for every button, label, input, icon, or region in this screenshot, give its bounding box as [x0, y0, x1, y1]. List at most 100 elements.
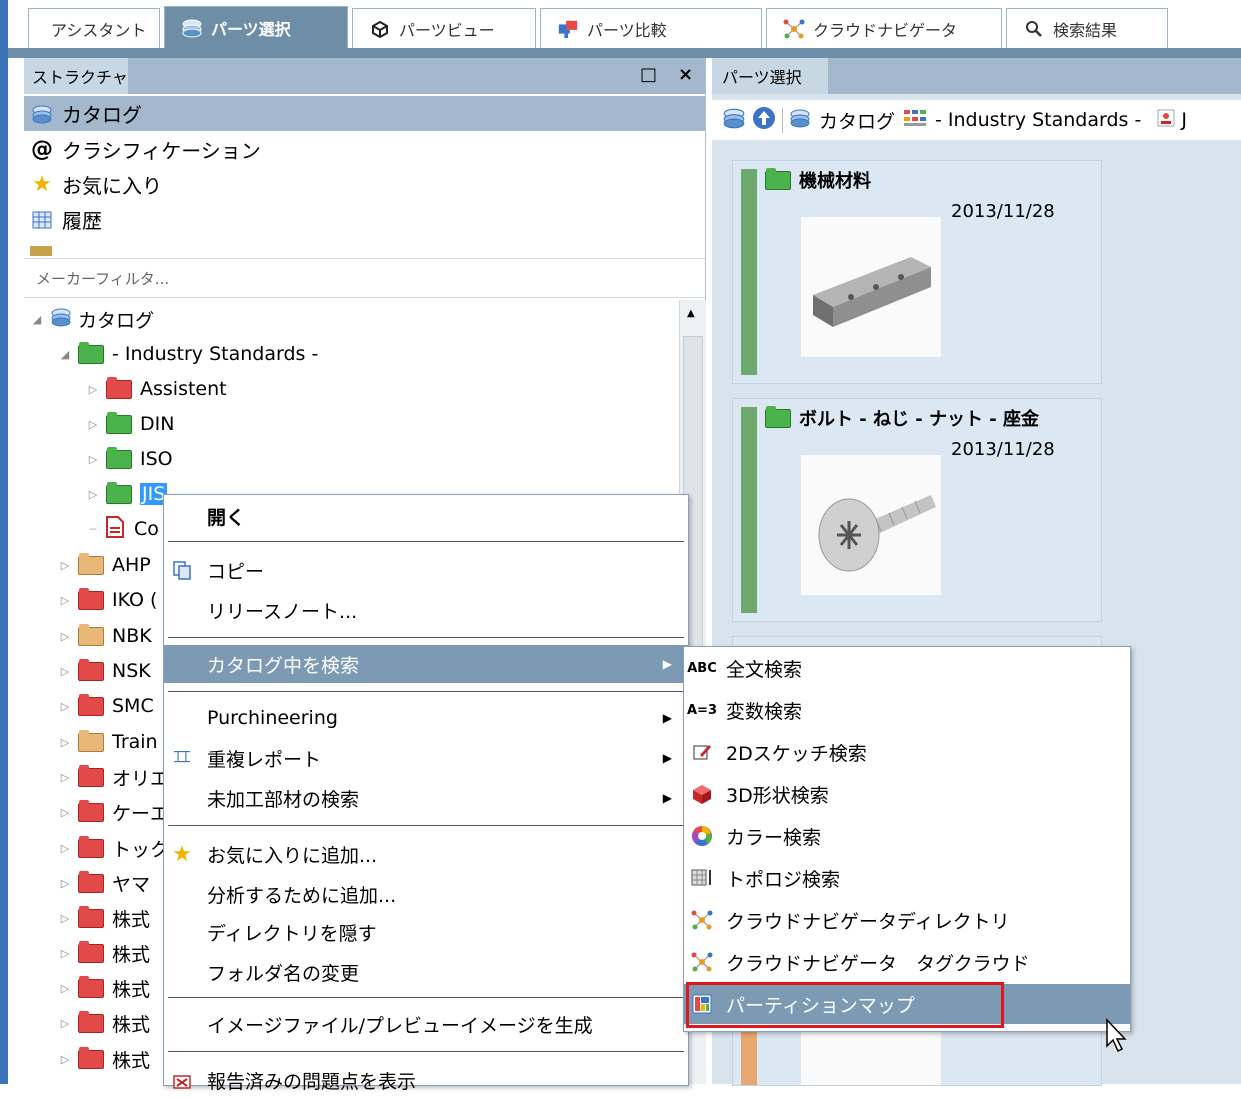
cloud-nav-icon: [783, 18, 805, 40]
tab-part-view[interactable]: パーツビュー: [352, 8, 536, 48]
menu-item-add-analysis[interactable]: 分析するために追加...: [164, 875, 688, 913]
tree-node-din[interactable]: ▷ DIN: [86, 407, 174, 441]
nav-catalog[interactable]: カタログ: [24, 96, 705, 131]
nav-classification[interactable]: @ クラシフィケーション: [24, 132, 705, 167]
submenu-item-variable-search[interactable]: A=3 変数検索: [684, 690, 1130, 730]
tree-node-industry-standards[interactable]: ◢ - Industry Standards -: [58, 337, 318, 371]
menu-item-label: Purchineering: [207, 707, 338, 729]
collapse-arrow-icon[interactable]: ◢: [58, 348, 72, 361]
expand-arrow-icon[interactable]: ▷: [58, 630, 72, 643]
menu-item-copy[interactable]: コピー: [164, 551, 688, 589]
menu-item-show-reported-issues[interactable]: 報告済みの問題点を表示: [164, 1061, 688, 1099]
tab-part-compare[interactable]: パーツ比較: [540, 8, 762, 48]
expand-arrow-icon[interactable]: ▷: [58, 982, 72, 995]
tree-node-train[interactable]: ▷ Train: [58, 725, 158, 759]
breadcrumb-industry-standards[interactable]: - Industry Standards -: [935, 109, 1141, 131]
tree-node-label: AHP: [112, 554, 151, 576]
tree-node-nsk[interactable]: ▷ NSK: [58, 654, 151, 688]
nav-favorites[interactable]: ★ お気に入り: [24, 167, 705, 202]
submenu-item-label: クラウドナビゲータディレクトリ: [726, 910, 1010, 933]
tree-node-kabushiki-2[interactable]: ▷ 株式: [58, 936, 150, 970]
color-wheel-icon: [688, 824, 716, 848]
breadcrumb-catalog[interactable]: カタログ: [819, 107, 895, 134]
tree-node-orie[interactable]: ▷ オリエ: [58, 760, 169, 794]
menu-item-duplicate-report[interactable]: ┬┬ ┴┴ 重複レポート ▶: [164, 739, 688, 777]
expand-arrow-icon[interactable]: ▷: [58, 912, 72, 925]
breadcrumb-jis[interactable]: J: [1181, 109, 1187, 131]
expand-arrow-icon[interactable]: ▷: [58, 842, 72, 855]
category-card[interactable]: 機械材料 2013/11/28: [732, 160, 1102, 384]
tree-node-kabushiki-4[interactable]: ▷ 株式: [58, 1006, 150, 1040]
tree-node-ahp[interactable]: ▷ AHP: [58, 548, 151, 582]
submenu-item-cloud-navigator-directory[interactable]: クラウドナビゲータディレクトリ: [684, 900, 1130, 940]
menu-item-rename-folder[interactable]: フォルダ名の変更: [164, 953, 688, 991]
maximize-icon[interactable]: □: [640, 64, 657, 85]
cloud-nav-icon: [688, 950, 716, 974]
expand-arrow-icon[interactable]: ▷: [58, 877, 72, 890]
expand-arrow-icon[interactable]: ▷: [58, 771, 72, 784]
tab-assistant[interactable]: アシスタント: [28, 8, 160, 48]
expand-arrow-icon[interactable]: ▷: [86, 418, 100, 431]
tree-node-kabushiki-1[interactable]: ▷ 株式: [58, 901, 150, 935]
menu-item-raw-material-search[interactable]: 未加工部材の検索 ▶: [164, 779, 688, 817]
tab-parts-select[interactable]: パーツ選択: [164, 6, 348, 48]
maker-filter-input[interactable]: メーカーフィルタ...: [24, 258, 705, 298]
up-arrow-icon[interactable]: [752, 106, 776, 135]
submenu-item-3d-shape-search[interactable]: 3D形状検索: [684, 774, 1130, 814]
tree-node-kee[interactable]: ▷ ケーエ: [58, 795, 169, 829]
tree-node-nbk[interactable]: ▷ NBK: [58, 619, 152, 653]
expand-arrow-icon[interactable]: ▷: [86, 488, 100, 501]
nav-history[interactable]: 履歴: [24, 202, 705, 237]
expand-arrow-icon[interactable]: ▷: [86, 453, 100, 466]
expand-arrow-icon[interactable]: ▷: [58, 559, 72, 572]
folder-icon: [78, 799, 104, 822]
folder-icon: [78, 1010, 104, 1033]
tab-search-results[interactable]: 検索結果: [1006, 8, 1168, 48]
expand-arrow-icon[interactable]: ▷: [58, 665, 72, 678]
tree-node-tokku[interactable]: ▷ トック: [58, 831, 169, 865]
menu-item-add-favorite[interactable]: ★ お気に入りに追加...: [164, 835, 688, 873]
folder-icon: [765, 167, 791, 190]
expand-arrow-icon[interactable]: ▷: [58, 700, 72, 713]
expand-arrow-icon[interactable]: ▷: [58, 806, 72, 819]
menu-separator: [168, 691, 684, 692]
tree-node-iko[interactable]: ▷ IKO (: [58, 583, 157, 617]
submenu-item-label: 変数検索: [726, 700, 803, 723]
expand-arrow-icon[interactable]: ▷: [58, 947, 72, 960]
tab-cloud-navigator[interactable]: クラウドナビゲータ: [766, 8, 1002, 48]
scroll-up-icon[interactable]: ▲: [687, 308, 695, 319]
tree-node-assistent[interactable]: ▷ Assistent: [86, 372, 227, 406]
open-folder-icon: [78, 341, 104, 364]
collapse-arrow-icon[interactable]: ◢: [30, 313, 44, 326]
submenu-item-2d-sketch-search[interactable]: 2Dスケッチ検索: [684, 732, 1130, 772]
menu-item-search-in-catalog[interactable]: カタログ中を検索 ▶: [164, 645, 688, 683]
submenu-item-topology-search[interactable]: トポロジ検索: [684, 858, 1130, 898]
tree-node-jis[interactable]: ▷ JIS: [86, 477, 168, 511]
catalog-home-icon[interactable]: [722, 107, 746, 134]
expand-arrow-icon[interactable]: ▷: [58, 1017, 72, 1030]
menu-item-hide-directory[interactable]: ディレクトリを隠す: [164, 913, 688, 951]
expand-arrow-icon[interactable]: ▷: [86, 383, 100, 396]
menu-item-purchineering[interactable]: Purchineering ▶: [164, 699, 688, 737]
tree-node-kabushiki-3[interactable]: ▷ 株式: [58, 971, 150, 1005]
category-card[interactable]: ボルト - ねじ - ナット - 座金 2013/11/28: [732, 398, 1102, 622]
tree-node-co[interactable]: ┈ Co: [86, 512, 159, 546]
submenu-item-cloud-navigator-tag-cloud[interactable]: クラウドナビゲータ タグクラウド: [684, 942, 1130, 982]
menu-item-release-notes[interactable]: リリースノート...: [164, 591, 688, 629]
submenu-item-color-search[interactable]: カラー検索: [684, 816, 1130, 856]
tree-node-iso[interactable]: ▷ ISO: [86, 442, 173, 476]
menu-item-generate-images[interactable]: イメージファイル/プレビューイメージを生成: [164, 1005, 688, 1043]
menu-item-open[interactable]: 開く: [164, 497, 688, 535]
expand-arrow-icon[interactable]: ▷: [58, 736, 72, 749]
tree-node-kabushiki-5[interactable]: ▷ 株式: [58, 1042, 150, 1076]
card-title-text: ボルト - ねじ - ナット - 座金: [799, 409, 1040, 430]
tree-node-smc[interactable]: ▷ SMC: [58, 689, 154, 723]
expand-arrow-icon[interactable]: ▷: [58, 1053, 72, 1066]
close-icon[interactable]: ×: [678, 64, 693, 85]
tree-line: ┈: [89, 522, 97, 536]
expand-arrow-icon[interactable]: ▷: [58, 594, 72, 607]
submenu-item-fulltext-search[interactable]: ABC 全文検索: [684, 648, 1130, 688]
tree-node-catalog[interactable]: ◢ カタログ: [30, 302, 154, 336]
tree-node-yama[interactable]: ▷ ヤマ: [58, 866, 150, 900]
folder-icon: [78, 835, 104, 858]
